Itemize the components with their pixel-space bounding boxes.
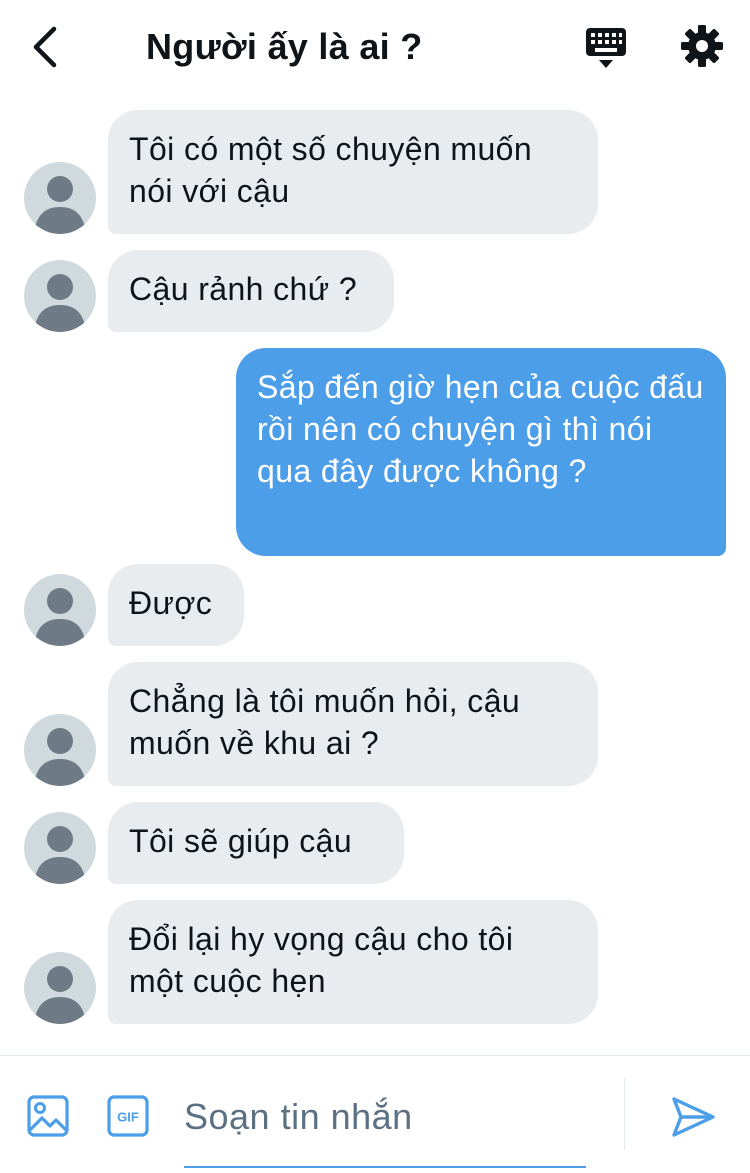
avatar[interactable] bbox=[24, 952, 96, 1024]
avatar[interactable] bbox=[24, 574, 96, 646]
message-input[interactable] bbox=[184, 1080, 586, 1154]
message-row: Được bbox=[0, 564, 750, 646]
message-bubble-received[interactable]: Cậu rảnh chứ ? bbox=[108, 250, 394, 332]
message-composer: GIF bbox=[0, 1055, 750, 1173]
keyboard-icon bbox=[586, 28, 626, 68]
image-icon bbox=[27, 1095, 69, 1137]
composer-divider bbox=[624, 1078, 625, 1150]
message-bubble-received[interactable]: Đổi lại hy vọng cậu cho tôi một cuộc hẹn bbox=[108, 900, 598, 1024]
message-bubble-received[interactable]: Được bbox=[108, 564, 244, 646]
settings-button[interactable] bbox=[678, 22, 726, 72]
gif-icon: GIF bbox=[107, 1095, 149, 1137]
message-bubble-sent[interactable]: Sắp đến giờ hẹn của cuộc đấu rồi nên có … bbox=[236, 348, 726, 556]
chevron-left-icon bbox=[33, 26, 57, 68]
message-row: Tôi sẽ giúp cậu bbox=[0, 802, 750, 884]
message-input-wrapper bbox=[184, 1080, 586, 1168]
message-row: Đổi lại hy vọng cậu cho tôi một cuộc hẹn bbox=[0, 900, 750, 1024]
message-row: Chẳng là tôi muốn hỏi, cậu muốn về khu a… bbox=[0, 662, 750, 786]
avatar[interactable] bbox=[24, 812, 96, 884]
message-row: Cậu rảnh chứ ? bbox=[0, 250, 750, 332]
gear-icon bbox=[681, 25, 723, 67]
conversation-header: Người ấy là ai ? bbox=[0, 0, 750, 95]
back-button[interactable] bbox=[22, 22, 68, 72]
message-bubble-received[interactable]: Tôi có một số chuyện muốn nói với cậu bbox=[108, 110, 598, 234]
send-button[interactable] bbox=[668, 1092, 718, 1142]
keyboard-button[interactable] bbox=[582, 24, 630, 72]
conversation-title: Người ấy là ai ? bbox=[146, 26, 423, 67]
avatar[interactable] bbox=[24, 714, 96, 786]
avatar[interactable] bbox=[24, 162, 96, 234]
default-avatar-icon bbox=[34, 176, 86, 234]
default-avatar-icon bbox=[34, 728, 86, 786]
message-row: Tôi có một số chuyện muốn nói với cậu bbox=[0, 110, 750, 234]
message-row: Sắp đến giờ hẹn của cuộc đấu rồi nên có … bbox=[0, 348, 750, 556]
message-bubble-received[interactable]: Tôi sẽ giúp cậu bbox=[108, 802, 404, 884]
message-list[interactable]: Tôi có một số chuyện muốn nói với cậu Cậ… bbox=[0, 95, 750, 1055]
default-avatar-icon bbox=[34, 966, 86, 1024]
default-avatar-icon bbox=[34, 588, 86, 646]
add-gif-button[interactable]: GIF bbox=[106, 1094, 150, 1138]
default-avatar-icon bbox=[34, 826, 86, 884]
send-icon bbox=[672, 1097, 715, 1137]
message-bubble-received[interactable]: Chẳng là tôi muốn hỏi, cậu muốn về khu a… bbox=[108, 662, 598, 786]
avatar[interactable] bbox=[24, 260, 96, 332]
gif-label: GIF bbox=[117, 1110, 139, 1125]
default-avatar-icon bbox=[34, 274, 86, 332]
add-image-button[interactable] bbox=[26, 1094, 70, 1138]
